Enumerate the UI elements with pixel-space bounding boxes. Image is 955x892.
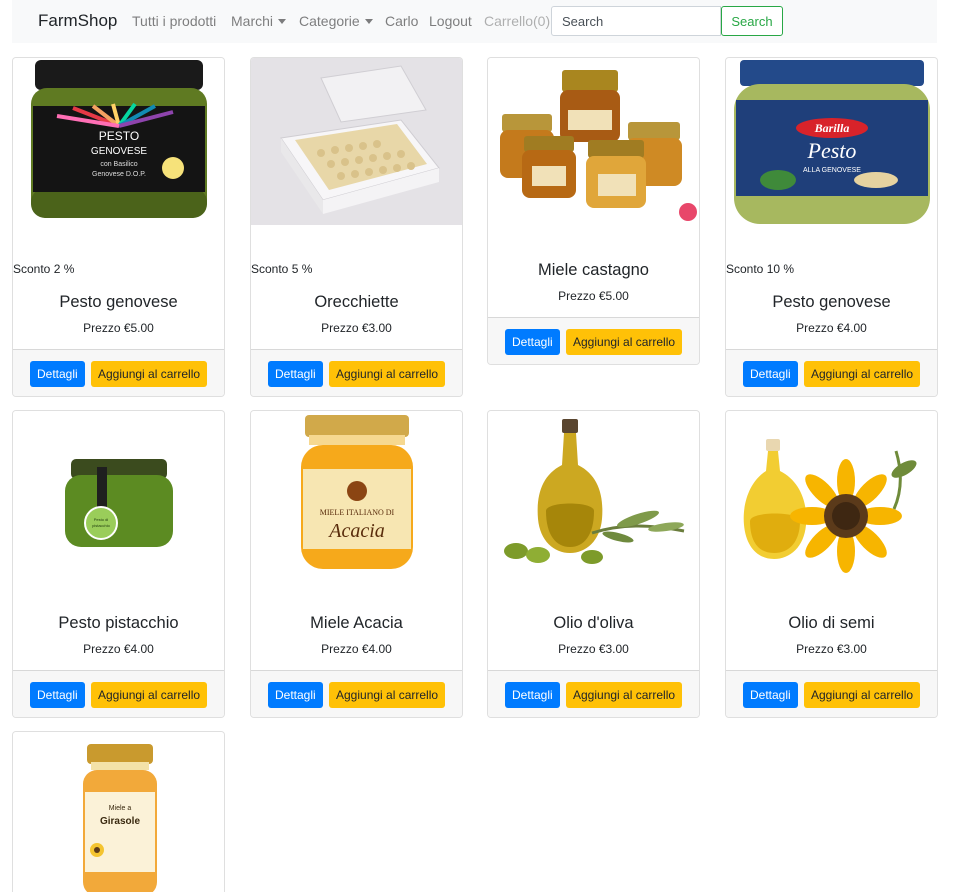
nav-user[interactable]: Carlo [385, 13, 418, 29]
acacia-honey-jar-image: MIELE ITALIANO DI Acacia [251, 411, 462, 578]
pesto-jar-image: PESTO GENOVESE con Basilico Genovese D.O… [13, 58, 224, 225]
nav-all-products[interactable]: Tutti i prodotti [132, 13, 216, 29]
details-button[interactable]: Dettagli [743, 361, 798, 387]
product-price: Prezzo €5.00 [558, 289, 629, 303]
sunflower-honey-jar-image: Miele a Girasole [13, 732, 224, 892]
svg-text:GENOVESE: GENOVESE [91, 146, 147, 157]
nav-logout[interactable]: Logout [429, 13, 472, 29]
nav-cart[interactable]: Carrello(0) [484, 13, 550, 29]
add-to-cart-button[interactable]: Aggiungi al carrello [566, 682, 683, 708]
pasta-box-image [251, 58, 462, 225]
svg-text:Miele a: Miele a [109, 805, 132, 812]
svg-text:pistacchio: pistacchio [92, 523, 111, 528]
product-title: Miele Acacia [310, 614, 403, 632]
product-card: PESTO GENOVESE con Basilico Genovese D.O… [12, 57, 225, 397]
nav-brands-label: Marchi [231, 13, 274, 29]
product-price: Prezzo €3.00 [321, 321, 392, 335]
card-footer: Dettagli Aggiungi al carrello [726, 349, 937, 396]
product-price: Prezzo €4.00 [796, 321, 867, 335]
product-card: Olio d'oliva Prezzo €3.00 Dettagli Aggiu… [487, 410, 700, 718]
product-card: Miele a Girasole [12, 731, 225, 892]
svg-text:Barilla: Barilla [814, 121, 850, 135]
product-card: Barilla Pesto ALLA GENOVESE Sconto 10 % … [725, 57, 938, 397]
product-title: Miele castagno [538, 261, 649, 279]
product-title: Orecchiette [314, 293, 399, 311]
details-button[interactable]: Dettagli [743, 682, 798, 708]
nav-categories-label: Categorie [299, 13, 360, 29]
nav-categories-dropdown[interactable]: Categorie [299, 13, 373, 29]
svg-text:ALLA GENOVESE: ALLA GENOVESE [803, 167, 861, 174]
svg-text:Girasole: Girasole [100, 816, 140, 827]
details-button[interactable]: Dettagli [268, 682, 323, 708]
brand-logo[interactable]: FarmShop [38, 11, 117, 31]
add-to-cart-button[interactable]: Aggiungi al carrello [329, 361, 446, 387]
olive-oil-bottle-image [488, 411, 699, 578]
product-price: Prezzo €3.00 [558, 642, 629, 656]
card-footer: Dettagli Aggiungi al carrello [13, 349, 224, 396]
add-to-cart-button[interactable]: Aggiungi al carrello [804, 682, 921, 708]
svg-text:Pesto di: Pesto di [94, 517, 109, 522]
product-card: MIELE ITALIANO DI Acacia Miele Acacia Pr… [250, 410, 463, 718]
pistachio-pesto-jar-image: Pesto di pistacchio [13, 411, 224, 578]
chevron-down-icon [278, 19, 287, 24]
product-price: Prezzo €3.00 [796, 642, 867, 656]
product-card: Olio di semi Prezzo €3.00 Dettagli Aggiu… [725, 410, 938, 718]
discount-label: Sconto 10 % [726, 262, 795, 276]
add-to-cart-button[interactable]: Aggiungi al carrello [91, 361, 208, 387]
add-to-cart-button[interactable]: Aggiungi al carrello [804, 361, 921, 387]
details-button[interactable]: Dettagli [30, 361, 85, 387]
product-price: Prezzo €5.00 [83, 321, 154, 335]
card-footer: Dettagli Aggiungi al carrello [488, 670, 699, 717]
add-to-cart-button[interactable]: Aggiungi al carrello [566, 329, 683, 355]
product-title: Pesto pistacchio [58, 614, 179, 632]
product-title: Pesto genovese [772, 293, 891, 311]
card-footer: Dettagli Aggiungi al carrello [251, 670, 462, 717]
svg-text:Pesto: Pesto [807, 138, 857, 163]
barilla-pesto-jar-image: Barilla Pesto ALLA GENOVESE [726, 58, 937, 225]
svg-text:con Basilico: con Basilico [100, 161, 137, 168]
product-price: Prezzo €4.00 [321, 642, 392, 656]
honey-jars-image [488, 58, 699, 225]
product-card: Pesto di pistacchio Pesto pistacchio Pre… [12, 410, 225, 718]
svg-text:PESTO: PESTO [99, 129, 139, 143]
discount-label: Sconto 5 % [251, 262, 313, 276]
details-button[interactable]: Dettagli [30, 682, 85, 708]
details-button[interactable]: Dettagli [268, 361, 323, 387]
nav-brands-dropdown[interactable]: Marchi [231, 13, 287, 29]
product-price: Prezzo €4.00 [83, 642, 154, 656]
product-card: Miele castagno Prezzo €5.00 Dettagli Agg… [487, 57, 700, 365]
navbar: FarmShop Tutti i prodotti Marchi Categor… [12, 0, 937, 43]
card-footer: Dettagli Aggiungi al carrello [251, 349, 462, 396]
details-button[interactable]: Dettagli [505, 682, 560, 708]
add-to-cart-button[interactable]: Aggiungi al carrello [91, 682, 208, 708]
discount-label: Sconto 2 % [13, 262, 75, 276]
svg-text:Genovese D.O.P.: Genovese D.O.P. [92, 171, 146, 178]
details-button[interactable]: Dettagli [505, 329, 560, 355]
add-to-cart-button[interactable]: Aggiungi al carrello [329, 682, 446, 708]
svg-text:Acacia: Acacia [327, 520, 385, 542]
card-footer: Dettagli Aggiungi al carrello [13, 670, 224, 717]
card-footer: Dettagli Aggiungi al carrello [488, 317, 699, 364]
search-input[interactable] [551, 6, 721, 36]
svg-text:MIELE ITALIANO DI: MIELE ITALIANO DI [320, 508, 395, 517]
product-title: Pesto genovese [59, 293, 178, 311]
chevron-down-icon [364, 19, 373, 24]
sunflower-oil-bottle-image [726, 411, 937, 578]
product-title: Olio d'oliva [553, 614, 634, 632]
product-card: Sconto 5 % Orecchiette Prezzo €3.00 Dett… [250, 57, 463, 397]
card-footer: Dettagli Aggiungi al carrello [726, 670, 937, 717]
product-title: Olio di semi [788, 614, 875, 632]
search-button[interactable]: Search [721, 6, 783, 36]
